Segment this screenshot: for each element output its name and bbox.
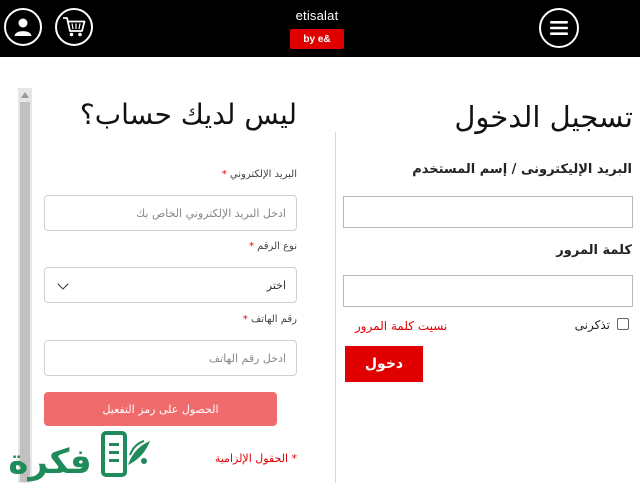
top-navbar: etisalat by e&	[0, 0, 640, 57]
username-label: البريد الإليكترونى / إسم المستخدم	[412, 162, 632, 177]
brand-name: etisalat	[295, 8, 339, 23]
column-divider	[335, 132, 336, 483]
brand-badge: by e&	[290, 29, 344, 49]
menu-icon	[550, 21, 568, 35]
vertical-scrollbar[interactable]	[18, 88, 32, 483]
remember-me-checkbox[interactable]	[617, 318, 629, 330]
menu-button[interactable]	[539, 8, 579, 48]
chevron-down-icon	[57, 278, 69, 290]
required-marker: *	[221, 169, 227, 180]
number-type-label: نوع الرقم *	[249, 241, 297, 252]
username-input[interactable]	[343, 196, 633, 228]
register-title: ليس لديك حساب؟	[79, 98, 297, 131]
required-marker: *	[248, 241, 254, 252]
number-type-select[interactable]: اختر	[44, 267, 297, 303]
forgot-password-link[interactable]: نسيت كلمة المرور	[355, 319, 447, 333]
number-type-selected: اختر	[266, 278, 286, 292]
watermark-logo: فكرة	[8, 431, 150, 482]
required-marker: *	[242, 314, 248, 325]
email-label: البريد الإلكتروني *	[222, 169, 297, 180]
phone-placeholder: ادخل رقم الهاتف	[208, 351, 286, 365]
password-input[interactable]	[343, 275, 633, 307]
scroll-up-arrow-icon[interactable]	[21, 92, 29, 98]
password-label: كلمة المرور	[556, 243, 632, 258]
number-type-label-text: نوع الرقم	[257, 241, 297, 252]
email-field[interactable]: ادخل البريد الإلكتروني الخاص بك	[44, 195, 297, 231]
phone-label-text: رقم الهاتف	[250, 314, 297, 325]
phone-field[interactable]: ادخل رقم الهاتف	[44, 340, 297, 376]
user-icon	[14, 18, 32, 36]
account-button[interactable]	[4, 8, 42, 46]
cart-icon	[63, 17, 86, 37]
email-placeholder: ادخل البريد الإلكتروني الخاص بك	[136, 206, 286, 220]
get-activation-code-button[interactable]: الحصول على رمز التفعيل	[44, 392, 277, 426]
watermark-text: فكرة	[8, 442, 91, 482]
remember-me-label[interactable]: تذكرنى	[575, 318, 610, 332]
login-button[interactable]: دخول	[345, 346, 423, 382]
brand-logo[interactable]: etisalat by e&	[288, 9, 346, 49]
phone-label: رقم الهاتف *	[243, 314, 297, 325]
required-fields-note: * الحقول الإلزامية	[214, 452, 297, 465]
cart-button[interactable]	[55, 8, 93, 46]
login-title: تسجيل الدخول	[454, 100, 633, 134]
email-label-text: البريد الإلكتروني	[229, 169, 297, 180]
